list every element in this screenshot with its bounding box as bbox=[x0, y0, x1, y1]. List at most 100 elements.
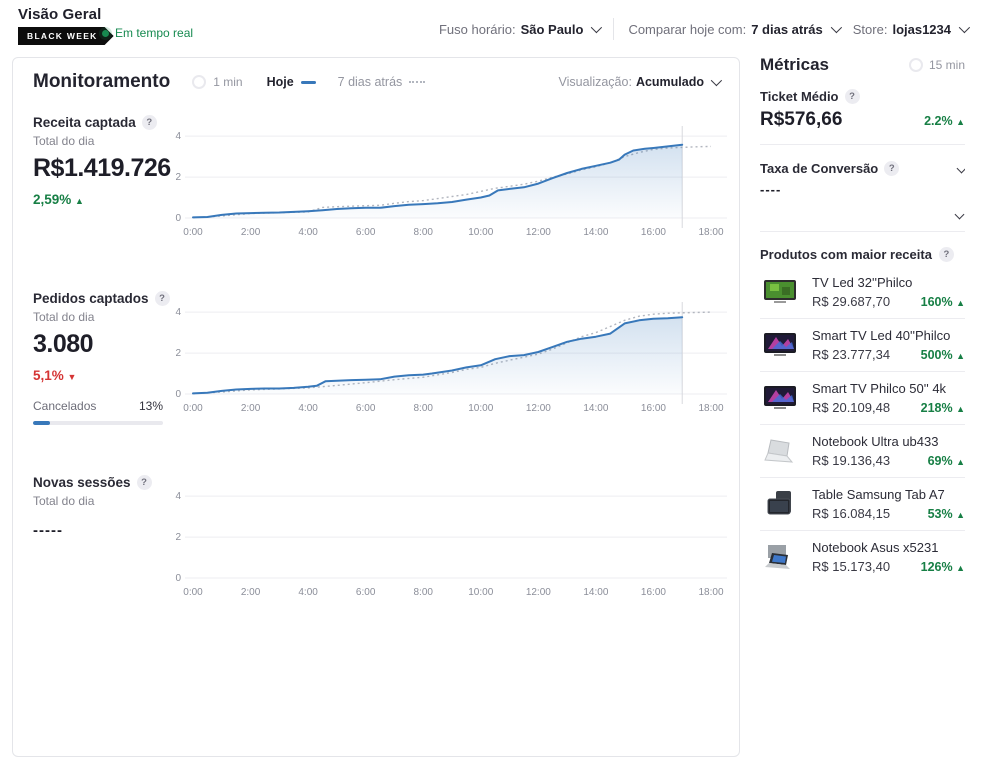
divider bbox=[760, 144, 965, 145]
product-price: R$ 29.687,70 bbox=[812, 294, 890, 309]
product-delta: 218% ▲ bbox=[921, 401, 965, 415]
panel-title: Novas sessões bbox=[33, 475, 131, 490]
panel-pedidos-captados: Pedidos captados ? Total do dia 3.080 5,… bbox=[13, 283, 739, 461]
svg-text:16:00: 16:00 bbox=[641, 587, 666, 598]
orders-chart-svg: 0240:002:004:006:008:0010:0012:0014:0016… bbox=[171, 293, 731, 417]
arrow-up-icon: ▲ bbox=[956, 351, 965, 361]
page-title: Visão Geral bbox=[18, 6, 114, 23]
store-value: lojas1234 bbox=[892, 22, 951, 37]
svg-text:8:00: 8:00 bbox=[413, 227, 433, 238]
metrics-sidebar: Métricas 15 min Ticket Médio ? R$576,66 … bbox=[760, 55, 965, 576]
svg-text:12:00: 12:00 bbox=[526, 403, 551, 414]
product-info: Smart TV Philco 50'' 4k R$ 20.109,48 218% … bbox=[812, 381, 965, 415]
revenue-delta: 2,59% ▲ bbox=[33, 192, 171, 207]
svg-text:6:00: 6:00 bbox=[356, 587, 376, 598]
help-icon[interactable]: ? bbox=[845, 89, 860, 104]
product-thumb-tablet-dark-icon bbox=[760, 488, 800, 520]
product-info: Notebook Ultra ub433R$ 19.136,4369% ▲ bbox=[812, 434, 965, 468]
arrow-down-icon: ▼ bbox=[68, 372, 77, 382]
svg-text:2:00: 2:00 bbox=[241, 587, 261, 598]
arrow-up-icon: ▲ bbox=[956, 510, 965, 520]
chevron-down-icon bbox=[711, 75, 722, 86]
help-icon[interactable]: ? bbox=[142, 115, 157, 130]
metrics-refresh-indicator: 15 min bbox=[909, 58, 965, 72]
product-delta: 126% ▲ bbox=[921, 560, 965, 574]
svg-text:4: 4 bbox=[175, 131, 181, 142]
svg-text:18:00: 18:00 bbox=[698, 587, 723, 598]
product-delta: 160% ▲ bbox=[921, 295, 965, 309]
help-icon[interactable]: ? bbox=[884, 161, 899, 176]
panel-title: Pedidos captados bbox=[33, 291, 149, 306]
products-title: Produtos com maior receita bbox=[760, 247, 932, 262]
metrics-title: Métricas bbox=[760, 55, 829, 75]
svg-text:8:00: 8:00 bbox=[413, 587, 433, 598]
product-row[interactable]: Smart TV Led 40''PhilcoR$ 23.777,34500% … bbox=[760, 319, 965, 372]
svg-text:2:00: 2:00 bbox=[241, 227, 261, 238]
taxa-conversao-label: Taxa de Conversão bbox=[760, 161, 878, 176]
dotted-line-icon bbox=[409, 81, 425, 83]
arrow-up-icon: ▲ bbox=[956, 404, 965, 414]
product-row[interactable]: TV Led 32''PhilcoR$ 29.687,70160% ▲ bbox=[760, 266, 965, 319]
arrow-up-icon: ▲ bbox=[75, 196, 84, 206]
svg-text:4: 4 bbox=[175, 307, 181, 318]
orders-delta: 5,1% ▼ bbox=[33, 368, 171, 383]
product-info: Notebook Asus x5231R$ 15.173,40126% ▲ bbox=[812, 540, 965, 574]
realtime-label: Em tempo real bbox=[115, 26, 193, 40]
legend-today[interactable]: Hoje bbox=[267, 75, 316, 89]
svg-text:0:00: 0:00 bbox=[183, 227, 203, 238]
view-dropdown[interactable]: Visualização: Acumulado bbox=[559, 75, 720, 89]
chevron-down-icon bbox=[831, 22, 842, 33]
header-controls: Fuso horário: São Paulo Comparar hoje co… bbox=[439, 18, 967, 40]
product-name: Smart TV Philco 50'' 4k bbox=[812, 381, 965, 396]
metric-taxa-conversao: Taxa de Conversão ? ---- bbox=[760, 159, 965, 218]
panel-subtitle: Total do dia bbox=[33, 494, 171, 508]
divider bbox=[760, 231, 965, 232]
help-icon[interactable]: ? bbox=[939, 247, 954, 262]
compare-label: Comparar hoje com: bbox=[628, 22, 746, 37]
collapsed-metric-toggle[interactable] bbox=[760, 211, 965, 218]
black-week-badge: BLACK WEEK bbox=[18, 27, 114, 45]
monitoring-title: Monitoramento bbox=[33, 71, 170, 93]
product-row[interactable]: Table Samsung Tab A7R$ 16.084,1553% ▲ bbox=[760, 478, 965, 531]
product-name: Table Samsung Tab A7 bbox=[812, 487, 965, 502]
product-row[interactable]: Notebook Asus x5231R$ 15.173,40126% ▲ bbox=[760, 531, 965, 576]
help-icon[interactable]: ? bbox=[137, 475, 152, 490]
live-dot-icon bbox=[102, 30, 109, 37]
product-row[interactable]: Smart TV Philco 50'' 4k R$ 20.109,48 218% … bbox=[760, 372, 965, 425]
product-delta: 69% ▲ bbox=[928, 454, 965, 468]
store-dropdown[interactable]: Store: lojas1234 bbox=[853, 22, 967, 37]
svg-text:4:00: 4:00 bbox=[298, 227, 318, 238]
svg-text:16:00: 16:00 bbox=[641, 403, 666, 414]
ticket-medio-value: R$576,66 bbox=[760, 109, 842, 131]
panel-title: Receita captada bbox=[33, 115, 136, 130]
product-price: R$ 20.109,48 bbox=[812, 400, 890, 415]
svg-text:14:00: 14:00 bbox=[583, 403, 608, 414]
compare-dropdown[interactable]: Comparar hoje com: 7 dias atrás bbox=[628, 22, 838, 37]
product-info: Smart TV Led 40''PhilcoR$ 23.777,34500% … bbox=[812, 328, 965, 362]
help-icon[interactable]: ? bbox=[155, 291, 170, 306]
product-thumb-tv-color-icon bbox=[760, 329, 800, 361]
svg-text:12:00: 12:00 bbox=[526, 227, 551, 238]
product-row[interactable]: Notebook Ultra ub433R$ 19.136,4369% ▲ bbox=[760, 425, 965, 478]
ticket-medio-label: Ticket Médio bbox=[760, 89, 839, 104]
panel-novas-sessoes: Novas sessões ? Total do dia ----- 0240:… bbox=[13, 467, 739, 601]
cancelled-label: Cancelados bbox=[33, 399, 96, 413]
cancelled-value: 13% bbox=[139, 399, 163, 413]
expand-chevron[interactable] bbox=[958, 159, 965, 177]
refresh-timer-icon bbox=[909, 58, 923, 72]
cancelled-progress-bar bbox=[33, 421, 163, 425]
panel-sessoes-info: Novas sessões ? Total do dia ----- bbox=[13, 467, 171, 601]
refresh-indicator: 1 min bbox=[192, 75, 242, 89]
timezone-dropdown[interactable]: Fuso horário: São Paulo bbox=[439, 22, 599, 37]
realtime-indicator: Em tempo real bbox=[102, 26, 193, 40]
revenue-chart: 0240:002:004:006:008:0010:0012:0014:0016… bbox=[171, 107, 739, 277]
compare-value: 7 dias atrás bbox=[751, 22, 823, 37]
cancelled-progress-fill bbox=[33, 421, 50, 425]
svg-text:0: 0 bbox=[175, 213, 181, 224]
product-delta: 53% ▲ bbox=[928, 507, 965, 521]
refresh-label: 1 min bbox=[213, 75, 242, 89]
legend-compare[interactable]: 7 dias atrás bbox=[338, 75, 426, 89]
products-list: TV Led 32''PhilcoR$ 29.687,70160% ▲Smart… bbox=[760, 266, 965, 576]
refresh-timer-icon bbox=[192, 75, 206, 89]
product-thumb-laptop-blue-icon bbox=[760, 541, 800, 573]
